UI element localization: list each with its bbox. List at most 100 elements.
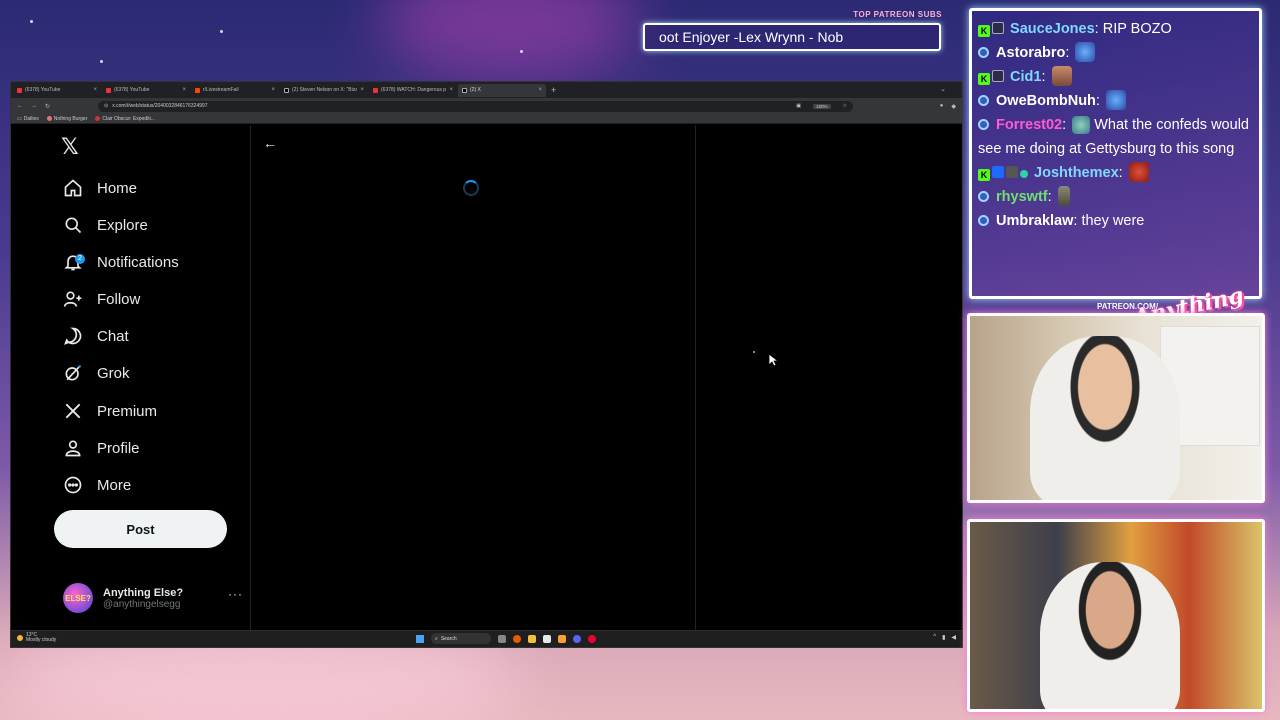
browser-tab[interactable]: (6378) YouTube × (13, 84, 101, 97)
chevron-up-icon[interactable]: ^ (933, 634, 936, 641)
nav-label: Follow (97, 290, 141, 308)
account-switcher[interactable]: ELSE? Anything Else? @anythingelsegg ··· (63, 581, 243, 615)
account-name: Anything Else? (103, 586, 184, 599)
bookmark-item[interactable]: Nothing Burger (46, 115, 88, 122)
file-explorer-icon[interactable] (528, 634, 536, 643)
folder-icon: ▭ (17, 115, 22, 122)
discord-icon[interactable] (573, 634, 581, 643)
tab-title: (6378) YouTube (25, 87, 61, 93)
app-icon[interactable] (543, 634, 551, 643)
browser-tab[interactable]: (2) Steven Nelson on X: "Bizarre × (280, 84, 368, 97)
weather-text: 13°C Mostly cloudy (26, 633, 56, 643)
sub-badge-icon (992, 70, 1004, 82)
nav-premium[interactable]: Premium (63, 396, 157, 426)
kick-badge-icon: K (978, 169, 990, 181)
browser-tab[interactable]: r/LivestreamFail × (191, 84, 279, 97)
chat-message: OweBombNuh: (978, 89, 1253, 113)
browser-tab-active[interactable]: (2) X × (458, 83, 546, 97)
close-icon[interactable]: × (182, 87, 186, 93)
main-column: ← (251, 125, 696, 630)
chat-platform-icon (978, 47, 989, 58)
browser-tab[interactable]: (6378) YouTube × (102, 84, 190, 97)
back-icon[interactable]: ← (17, 103, 23, 109)
bookmark-label: Dailies (23, 115, 39, 122)
volume-icon[interactable]: ◀ (951, 634, 956, 641)
mouse-cursor-icon (768, 353, 778, 367)
url-field[interactable]: ⊙ x.com/i/web/status/2040032846176324997… (98, 100, 854, 112)
search-icon: ⌕ (435, 635, 438, 642)
x-sidebar: 𝕏 Home Explore 2 Notifications Follow Ch… (11, 125, 251, 630)
screenshot-icon[interactable]: ▣ (796, 103, 801, 109)
emote-icon (1072, 116, 1091, 134)
extension-icon[interactable]: ● (940, 103, 944, 109)
notification-count-badge: 2 (75, 254, 85, 264)
post-button[interactable]: Post (54, 510, 227, 548)
network-icon[interactable]: ▮ (942, 634, 945, 641)
star-icon[interactable]: ☆ (843, 103, 847, 109)
app-icon[interactable] (558, 634, 566, 643)
account-text: Anything Else? @anythingelsegg (103, 587, 183, 610)
nav-chat[interactable]: Chat (63, 321, 129, 351)
task-view-icon[interactable] (498, 634, 506, 643)
nav-notifications[interactable]: 2 Notifications (63, 247, 179, 277)
close-icon[interactable]: × (93, 87, 97, 93)
sub-badge-icon (992, 22, 1004, 34)
close-icon[interactable]: × (360, 87, 364, 93)
chat-message: K Joshthemex: (978, 161, 1253, 185)
close-icon[interactable]: × (271, 87, 275, 93)
taskbar-search[interactable]: ⌕ Search (431, 633, 491, 644)
close-icon[interactable]: × (449, 87, 453, 93)
nav-profile[interactable]: Profile (63, 433, 140, 463)
nav-explore[interactable]: Explore (63, 210, 148, 240)
nav-more[interactable]: More (63, 470, 131, 500)
weather-widget[interactable]: 13°C Mostly cloudy (17, 633, 56, 643)
nav-home[interactable]: Home (63, 173, 137, 203)
windows-start-icon[interactable] (416, 634, 424, 643)
webcam-top (967, 313, 1265, 503)
nav-label: Grok (97, 364, 130, 382)
bookmark-label: Nothing Burger (53, 115, 88, 122)
chat-message: rhyswtf: (978, 185, 1253, 209)
back-arrow-icon[interactable]: ← (263, 135, 277, 151)
stream-chat: K SauceJones: RIP BOZO Astorabro: K Cid1… (969, 8, 1262, 299)
nav-follow[interactable]: Follow (63, 284, 140, 314)
system-tray: ^ ▮ ◀ (933, 634, 956, 641)
nav-label: Explore (97, 216, 148, 234)
taskbar-apps: ⌕ Search (416, 633, 596, 644)
obs-icon[interactable] (588, 634, 596, 643)
follow-icon (63, 291, 82, 307)
browser-tab[interactable]: (6378) WATCH: Dangerous poi × (369, 84, 457, 97)
tab-title: (2) Steven Nelson on X: "Bizarre (292, 87, 358, 93)
chat-platform-icon (978, 191, 989, 202)
more-options-icon[interactable]: ··· (228, 587, 243, 601)
more-circle-icon (64, 476, 82, 494)
chat-username: Joshthemex (1034, 165, 1119, 181)
loading-spinner (463, 180, 479, 196)
nav-label: Notifications (97, 253, 179, 271)
chat-message: K Cid1: (978, 65, 1253, 89)
chat-platform-icon (978, 95, 989, 106)
bookmark-item[interactable]: Clair Obscur: Expediti... (95, 116, 155, 122)
weather-icon (17, 635, 23, 641)
nav-grok[interactable]: Grok (63, 358, 130, 388)
chat-username: rhyswtf (996, 189, 1048, 205)
site-info-icon[interactable]: ⊙ (104, 103, 108, 109)
forward-icon[interactable]: → (31, 103, 37, 109)
new-tab-icon[interactable]: + (551, 85, 556, 95)
chat-platform-icon (978, 119, 989, 130)
reload-icon[interactable]: ↻ (45, 103, 50, 110)
bookmark-folder[interactable]: ▭ Dailies (17, 116, 39, 122)
firefox-icon[interactable] (513, 634, 521, 643)
close-icon[interactable]: × (538, 87, 542, 93)
zoom-level[interactable]: 150% (813, 103, 831, 109)
chat-username: OweBombNuh (996, 93, 1096, 109)
search-icon (65, 217, 82, 234)
x-logo-icon[interactable]: 𝕏 (61, 135, 79, 160)
background-glow (380, 0, 640, 80)
windows-taskbar: 13°C Mostly cloudy ⌕ Search ^ ▮ ◀ (11, 630, 962, 647)
pin-icon[interactable]: ◆ (951, 103, 956, 110)
x-page: 𝕏 Home Explore 2 Notifications Follow Ch… (11, 125, 962, 630)
youtube-icon (17, 87, 22, 93)
emote-icon (1105, 90, 1126, 110)
chevron-down-icon[interactable]: ⌄ (940, 85, 946, 93)
